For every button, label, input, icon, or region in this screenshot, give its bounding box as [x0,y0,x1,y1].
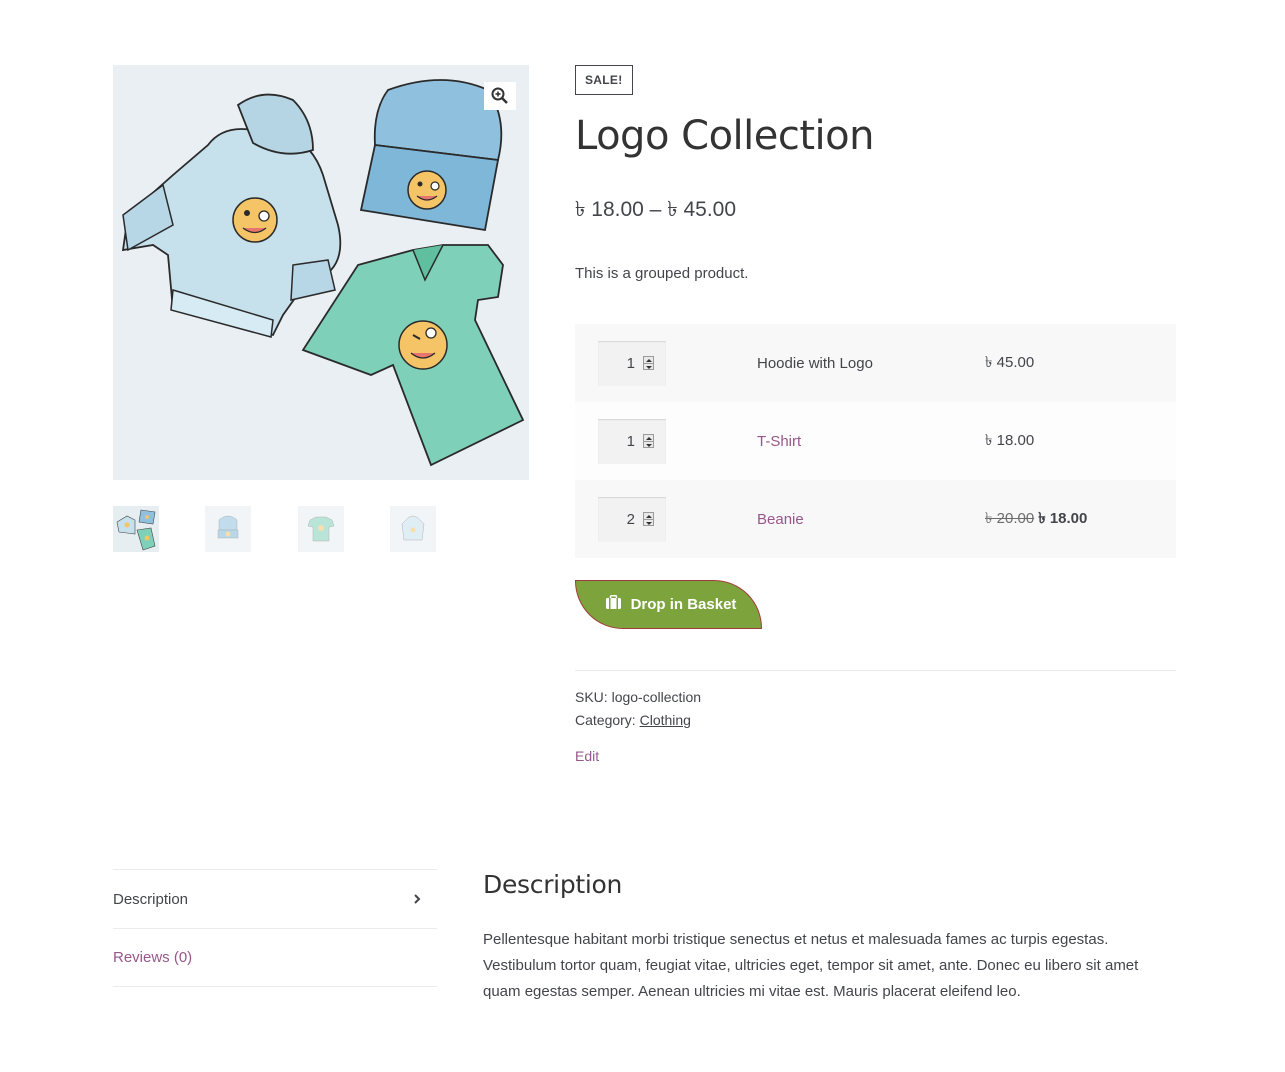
summary-divider [575,670,1176,671]
tshirt-illustration [301,244,525,467]
product-title: Logo Collection [575,113,874,159]
regular-price: ৳ 20.00 [985,509,1035,527]
grouped-item-link[interactable]: T-Shirt [757,433,985,450]
spinner-down-icon [644,520,653,526]
quantity-spinner[interactable] [643,356,654,370]
description-panel-text: Pellentesque habitant morbi tristique se… [483,931,1139,1000]
zoom-button[interactable] [484,82,516,110]
sku-value: logo-collection [611,689,702,705]
edit-link[interactable]: Edit [575,745,599,767]
grouped-item-price: ৳ 18.00 [985,431,1035,449]
spinner-down-icon [644,364,653,370]
add-to-basket-button[interactable]: Drop in Basket [575,580,762,629]
quantity-spinner[interactable] [643,512,654,526]
grouped-item-link[interactable]: Beanie [757,511,985,528]
logo-collection-illustration [121,79,525,467]
thumbnail-beanie[interactable] [205,506,251,552]
gallery-thumbnails [113,506,529,552]
hoodie-illustration [121,93,342,338]
zoom-in-icon [491,87,508,104]
sku-line: SKU: logo-collection [575,689,702,705]
grouped-row: 2 Beanie ৳ 20.00 ৳ 18.00 [575,480,1176,558]
beanie-illustration [359,79,503,232]
tab-description[interactable]: Description [113,869,437,928]
category-line: Category: Clothing [575,712,691,728]
quantity-input[interactable]: 1 [598,418,666,464]
grouped-row: 1 Hoodie with Logo ৳ 45.00 [575,324,1176,402]
sale-badge: SALE! [575,65,633,95]
tab-reviews[interactable]: Reviews (0) [113,928,437,987]
chevron-right-icon [413,891,421,908]
quantity-spinner[interactable] [643,434,654,448]
spinner-down-icon [644,442,653,448]
add-to-basket-label: Drop in Basket [630,596,737,613]
product-main-image[interactable] [113,65,529,480]
grouped-item-price: ৳ 20.00 ৳ 18.00 [985,507,1087,532]
price-range: ৳ 18.00 – ৳ 45.00 [575,198,737,221]
category-link[interactable]: Clothing [640,712,691,728]
grouped-item-name: Hoodie with Logo [757,354,873,372]
grouped-products-table: 1 Hoodie with Logo ৳ 45.00 1 T-Shirt ৳ 1… [575,324,1176,558]
product-meta: SKU: logo-collection Category: Clothing [575,686,701,732]
quantity-input[interactable]: 1 [598,340,666,386]
sale-price: ৳ 18.00 [1038,509,1088,527]
description-panel-title: Description [483,870,623,899]
grouped-item-price: ৳ 45.00 [985,353,1035,371]
short-description: This is a grouped product. [575,265,749,282]
thumbnail-logo-collection[interactable] [113,506,159,552]
grouped-row: 1 T-Shirt ৳ 18.00 [575,402,1176,480]
thumbnail-hoodie[interactable] [390,506,436,552]
thumbnail-tshirt[interactable] [298,506,344,552]
shopping-bag-icon [605,595,622,614]
product-tabs: Description Reviews (0) [113,869,437,987]
quantity-input[interactable]: 2 [598,496,666,542]
